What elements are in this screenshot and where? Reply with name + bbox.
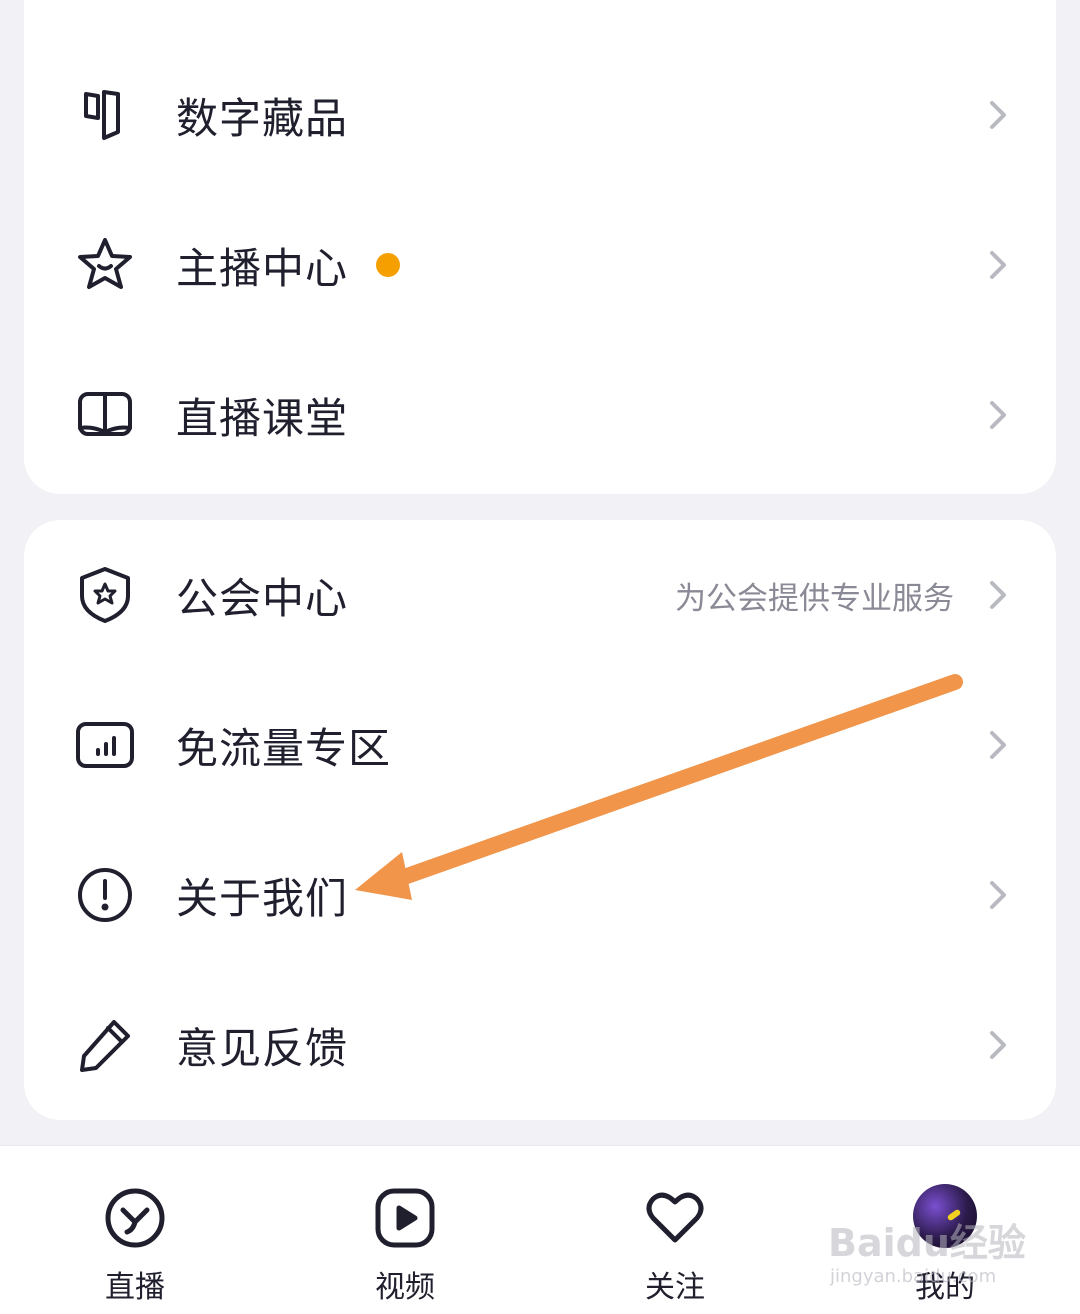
chevron-right-icon — [986, 727, 1010, 763]
pencil-icon — [74, 1014, 136, 1076]
video-play-icon — [373, 1186, 437, 1250]
menu-item-free-data-zone[interactable]: 免流量专区 — [24, 690, 1056, 800]
menu-item-label: 意见反馈 — [176, 1023, 349, 1073]
chevron-right-icon — [986, 1027, 1010, 1063]
chevron-right-icon — [986, 97, 1010, 133]
watermark-url: jingyan.baidu.com — [830, 1266, 997, 1287]
menu-item-label: 关于我们 — [176, 873, 349, 923]
menu-item-feedback[interactable]: 意见反馈 — [24, 990, 1056, 1100]
menu-card-2: 公会中心 为公会提供专业服务 免流量专区 关于我们 意见反馈 — [24, 520, 1056, 1120]
menu-item-subtext: 为公会提供专业服务 — [675, 580, 954, 617]
menu-item-live-classroom[interactable]: 直播课堂 — [24, 360, 1056, 470]
chevron-right-icon — [986, 397, 1010, 433]
menu-item-streamer-center[interactable]: 主播中心 — [24, 210, 1056, 320]
chevron-right-icon — [986, 877, 1010, 913]
tab-label: 视频 — [375, 1270, 435, 1305]
star-icon — [74, 234, 136, 296]
tab-live[interactable]: 直播 — [45, 1146, 225, 1314]
digital-collectible-icon — [74, 84, 136, 146]
menu-item-label: 公会中心 — [176, 573, 349, 623]
heart-icon — [643, 1186, 707, 1250]
shield-star-icon — [74, 564, 136, 626]
menu-item-label: 主播中心 — [176, 243, 349, 293]
tab-label: 关注 — [645, 1270, 705, 1305]
chevron-right-icon — [986, 247, 1010, 283]
info-circle-icon — [74, 864, 136, 926]
menu-card-1: 数字藏品 主播中心 直播课堂 — [24, 0, 1056, 494]
menu-item-label: 数字藏品 — [176, 93, 349, 143]
watermark-logo: Baidu经验 — [828, 1221, 1026, 1265]
notification-dot — [376, 253, 400, 277]
book-icon — [74, 384, 136, 446]
live-icon — [103, 1186, 167, 1250]
menu-item-about-us[interactable]: 关于我们 — [24, 840, 1056, 950]
tab-label: 直播 — [105, 1270, 165, 1305]
tab-video[interactable]: 视频 — [315, 1146, 495, 1314]
menu-item-guild-center[interactable]: 公会中心 为公会提供专业服务 — [24, 540, 1056, 650]
menu-item-digital-collectibles[interactable]: 数字藏品 — [24, 60, 1056, 170]
tab-follow[interactable]: 关注 — [585, 1146, 765, 1314]
chevron-right-icon — [986, 577, 1010, 613]
signal-bars-icon — [74, 714, 136, 776]
menu-item-label: 直播课堂 — [176, 393, 349, 443]
menu-item-label: 免流量专区 — [176, 723, 392, 773]
